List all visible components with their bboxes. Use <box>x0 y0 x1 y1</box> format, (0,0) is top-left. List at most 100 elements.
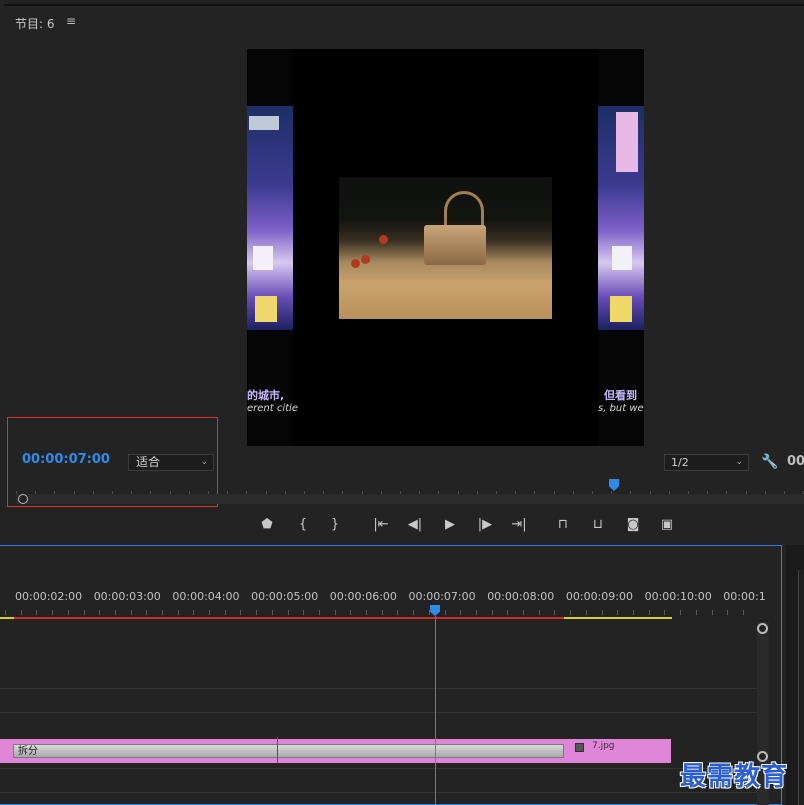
ruler-tick <box>21 610 22 615</box>
ruler-tick <box>617 610 618 615</box>
ruler-tick <box>664 610 665 615</box>
ruler-time-label: 00:00:07:00 <box>408 590 476 603</box>
tomato <box>361 255 370 264</box>
ruler-tick <box>256 610 257 615</box>
ruler-tick <box>303 610 304 615</box>
ruler-tick <box>382 610 383 615</box>
mark-in-icon[interactable]: { <box>292 514 314 536</box>
track-divider <box>0 712 758 713</box>
picnic-photo <box>339 177 552 319</box>
track-divider <box>0 768 758 769</box>
step-forward-icon[interactable]: |▶ <box>474 514 496 536</box>
ruler-time-label: 00:00:02:00 <box>15 590 83 603</box>
duration-timecode: 00: <box>787 454 804 469</box>
right-panel-edge <box>786 545 804 805</box>
ruler-tick <box>193 610 194 615</box>
clip-edit-point[interactable] <box>277 737 278 763</box>
video-preview[interactable]: 的城市, erent citie 但看到 s, but we s <box>247 49 644 446</box>
ruler-tick <box>476 610 477 615</box>
tomato <box>379 235 388 244</box>
ruler-tick <box>288 610 289 615</box>
ruler-tick <box>507 610 508 615</box>
add-marker-icon[interactable]: ⬟ <box>256 514 278 536</box>
right-video-strip: 但看到 s, but we s <box>598 49 644 446</box>
ruler-time-label: 00:00:08:00 <box>487 590 555 603</box>
panel-title[interactable]: 节目: 6 <box>15 15 55 32</box>
ruler-tick <box>492 610 493 615</box>
watermark-logo: 最需教育 <box>680 762 789 792</box>
render-bar-red <box>14 617 564 619</box>
ruler-tick <box>460 610 461 615</box>
lift-icon[interactable]: ⊓ <box>552 514 574 536</box>
ruler-tick <box>429 610 430 615</box>
ruler-tick <box>743 610 744 615</box>
program-monitor-panel: 节目: 6 ≡ 的城市, erent citie 但看到 s, but we 0… <box>4 4 804 532</box>
ruler-tick <box>99 610 100 615</box>
ruler-tick <box>131 610 132 615</box>
ruler-tick <box>350 610 351 615</box>
zoom-scroll-handle[interactable] <box>18 494 28 504</box>
timeline-ruler[interactable]: 00:00:02:00 00:00:03:00 00:00:04:00 00:00:0… <box>0 586 782 618</box>
cartoon-image-left <box>247 106 293 330</box>
ruler-time-label: 00:00:06:00 <box>329 590 397 603</box>
left-subtitle-en: erent citie <box>247 403 298 414</box>
ruler-tick <box>115 610 116 615</box>
scroll-handle-top[interactable] <box>757 623 768 634</box>
ruler-tick <box>712 610 713 615</box>
ruler-tick <box>178 610 179 615</box>
right-subtitle-cn: 但看到 <box>604 389 637 402</box>
playback-resolution-dropdown[interactable]: 1/2 ⌄ <box>664 454 749 471</box>
render-bar-yellow <box>564 617 672 619</box>
wrench-icon[interactable]: 🔧 <box>761 454 778 470</box>
extract-icon[interactable]: ⊔ <box>587 514 609 536</box>
ruler-time-label: 00:00:09:00 <box>565 590 633 603</box>
premiere-window: 节目: 6 ≡ 的城市, erent citie 但看到 s, but we 0… <box>0 0 804 805</box>
ruler-tick <box>727 610 728 615</box>
left-subtitle-cn: 的城市, <box>247 389 285 402</box>
fx-icon <box>575 743 584 752</box>
picnic-basket <box>424 225 486 265</box>
play-icon[interactable]: ▶ <box>439 514 461 536</box>
ruler-tick <box>570 610 571 615</box>
ruler-tick <box>272 610 273 615</box>
comparison-view-icon[interactable]: ▣ <box>656 514 678 536</box>
clip-split[interactable]: 拆分 <box>13 744 564 758</box>
track-divider <box>0 792 758 793</box>
ruler-tick <box>633 610 634 615</box>
ruler-tick <box>413 610 414 615</box>
resolution-value: 1/2 <box>671 456 689 469</box>
right-panel-content <box>798 570 804 805</box>
ruler-time-label: 00:00:03:00 <box>93 590 161 603</box>
timeline-playhead-line <box>435 616 436 805</box>
ruler-time-label: 00:00:10:00 <box>644 590 712 603</box>
ruler-tick <box>586 610 587 615</box>
tomato <box>351 259 360 268</box>
ruler-tick <box>52 610 53 615</box>
export-frame-icon[interactable]: ◙ <box>622 514 644 536</box>
mark-out-icon[interactable]: } <box>324 514 346 536</box>
ruler-tick <box>445 610 446 615</box>
ruler-tick <box>680 610 681 615</box>
ruler-tick <box>68 610 69 615</box>
clip-label: 拆分 <box>18 746 38 757</box>
ruler-tick <box>366 610 367 615</box>
render-bar-yellow <box>0 617 14 619</box>
go-to-in-icon[interactable]: |⇤ <box>370 514 392 536</box>
ruler-tick <box>36 610 37 615</box>
ruler-tick <box>240 610 241 615</box>
ruler-tick <box>554 610 555 615</box>
chevron-down-icon: ⌄ <box>735 457 743 467</box>
ruler-tick <box>696 610 697 615</box>
hamburger-icon[interactable]: ≡ <box>66 14 76 28</box>
step-back-icon[interactable]: ◀| <box>404 514 426 536</box>
go-to-out-icon[interactable]: ⇥| <box>508 514 530 536</box>
track-divider <box>0 688 758 689</box>
clip-label-jpg[interactable]: 7.jpg <box>592 741 615 751</box>
ruler-tick <box>146 610 147 615</box>
ruler-tick <box>209 610 210 615</box>
cartoon-image-right <box>598 106 644 330</box>
ruler-tick <box>162 610 163 615</box>
monitor-zoom-scrollbar[interactable] <box>16 494 804 504</box>
timeline-panel: 00:00:02:00 00:00:03:00 00:00:04:00 00:00:0… <box>0 545 782 805</box>
ruler-tick <box>523 610 524 615</box>
